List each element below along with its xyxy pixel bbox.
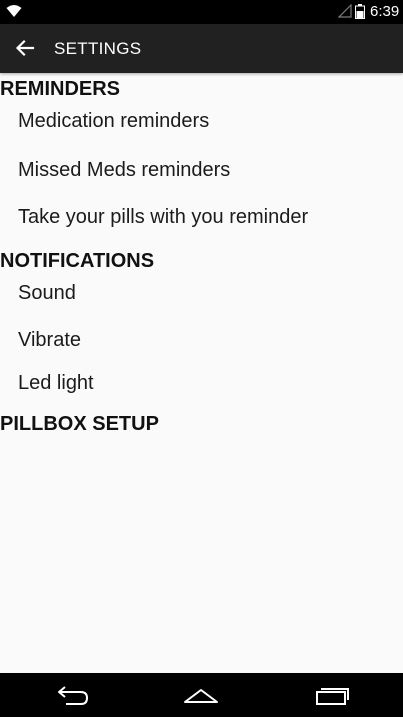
pref-vibrate[interactable]: Vibrate	[0, 319, 403, 359]
back-nav-icon[interactable]	[54, 683, 90, 707]
pref-medication-reminders[interactable]: Medication reminders	[0, 100, 403, 140]
pref-label: Missed Meds reminders	[18, 159, 231, 181]
nav-bar	[0, 673, 403, 717]
signal-icon	[338, 4, 352, 18]
battery-icon	[355, 4, 365, 19]
pref-take-pills-reminder[interactable]: Take your pills with you reminder	[0, 196, 403, 236]
pref-sound[interactable]: Sound	[0, 272, 403, 312]
status-bar: 6:39	[0, 0, 403, 24]
pref-label: Medication reminders	[18, 110, 210, 132]
status-time: 6:39	[370, 3, 400, 20]
category-pillbox-setup: PILLBOX SETUP	[0, 413, 159, 435]
page-title: SETTINGS	[54, 39, 142, 58]
pref-label: Sound	[18, 282, 76, 304]
app-bar: SETTINGS	[0, 24, 403, 73]
category-notifications: NOTIFICATIONS	[0, 250, 155, 272]
pref-label: Take your pills with you reminder	[18, 206, 309, 228]
wifi-icon	[6, 5, 22, 17]
recents-nav-icon[interactable]	[314, 683, 350, 707]
settings-list: REMINDERS Medication reminders Missed Me…	[0, 73, 403, 673]
pref-missed-meds-reminders[interactable]: Missed Meds reminders	[0, 149, 403, 189]
category-reminders: REMINDERS	[0, 78, 121, 100]
pref-label: Vibrate	[18, 329, 82, 351]
home-nav-icon[interactable]	[183, 683, 219, 707]
pref-label: Led light	[18, 372, 94, 394]
arrow-left-icon[interactable]	[14, 37, 36, 59]
pref-led-light[interactable]: Led light	[0, 362, 403, 402]
